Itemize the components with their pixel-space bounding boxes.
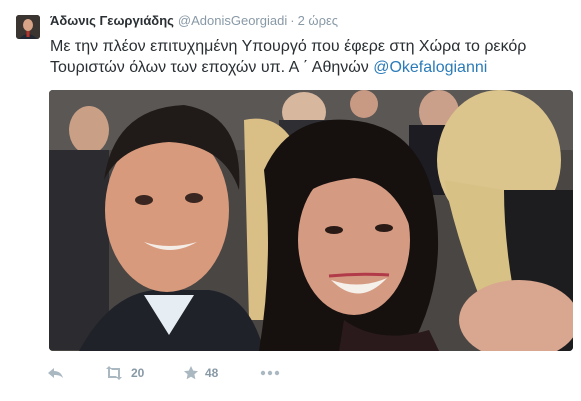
avatar[interactable] bbox=[16, 15, 40, 39]
timestamp[interactable]: 2 ώρες bbox=[298, 13, 338, 28]
more-icon bbox=[260, 365, 280, 381]
tweet: Άδωνις Γεωργιάδης @AdonisGeorgiadi · 2 ώρες… bbox=[0, 0, 581, 401]
tweet-text: Με την πλέον επιτυχημένη Υπουργό που έφε… bbox=[50, 36, 565, 78]
author-name[interactable]: Άδωνις Γεωργιάδης bbox=[50, 13, 174, 28]
tweet-photo[interactable] bbox=[49, 90, 573, 351]
mention-link[interactable]: @Okefalogianni bbox=[373, 59, 487, 76]
star-icon bbox=[183, 365, 199, 381]
retweet-count: 20 bbox=[131, 366, 145, 380]
author-handle[interactable]: @AdonisGeorgiadi bbox=[178, 13, 287, 28]
retweet-button[interactable]: 20 bbox=[103, 362, 144, 384]
reply-button[interactable] bbox=[47, 362, 65, 384]
more-button[interactable] bbox=[260, 362, 280, 384]
retweet-icon bbox=[103, 365, 125, 381]
favorite-button[interactable]: 48 bbox=[183, 362, 218, 384]
favorite-count: 48 bbox=[205, 366, 219, 380]
tweet-header: Άδωνις Γεωργιάδης @AdonisGeorgiadi · 2 ώρες bbox=[50, 13, 338, 29]
reply-icon bbox=[47, 365, 65, 381]
separator-dot: · bbox=[290, 13, 295, 28]
